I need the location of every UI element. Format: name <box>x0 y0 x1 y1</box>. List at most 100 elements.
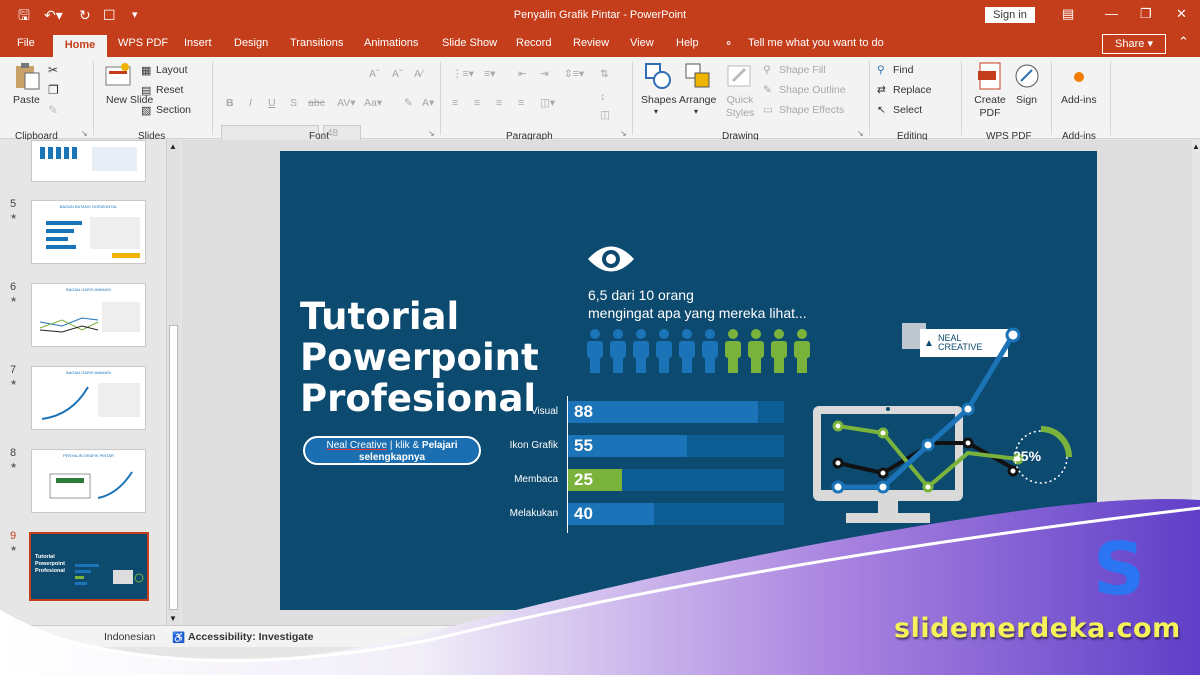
shape-outline-button[interactable]: Shape Outline <box>779 84 846 96</box>
decrease-indent-icon[interactable]: ⇤ <box>518 68 527 80</box>
quick-styles-button[interactable]: Quick Styles <box>725 94 755 120</box>
shapes-button[interactable]: Shapes <box>641 94 677 106</box>
select-button[interactable]: Select <box>893 104 922 116</box>
dialog-launcher-icon[interactable]: ↘ <box>857 129 864 138</box>
sign-in-button[interactable]: Sign in <box>985 7 1035 23</box>
tab-animations[interactable]: Animations <box>364 37 418 49</box>
tab-slide-show[interactable]: Slide Show <box>442 37 497 49</box>
sign-button[interactable]: Sign <box>1016 94 1037 106</box>
tab-file[interactable]: File <box>17 37 35 49</box>
columns-icon[interactable]: ◫▾ <box>540 97 555 109</box>
clear-formatting-icon[interactable]: A∕ <box>414 68 423 80</box>
eye-icon <box>588 246 634 272</box>
justify-icon[interactable]: ≡ <box>518 97 524 109</box>
format-painter-icon[interactable]: ✎ <box>48 103 58 117</box>
bold-icon[interactable]: B <box>226 97 234 109</box>
slide-thumbnail-5[interactable]: BAGAN BATANG HORIZONTAL <box>31 200 146 264</box>
find-button[interactable]: Find <box>893 64 913 76</box>
language-indicator[interactable]: Indonesian <box>104 631 155 643</box>
add-ins-button[interactable]: Add-ins <box>1061 94 1097 106</box>
slide-thumbnail-9-selected[interactable]: Tutorial Powerpoint Profesional <box>29 532 149 601</box>
increase-indent-icon[interactable]: ⇥ <box>540 68 549 80</box>
highlight-icon[interactable]: ✎ <box>404 97 413 109</box>
tab-home[interactable]: Home <box>53 35 107 57</box>
tab-record[interactable]: Record <box>516 37 551 49</box>
align-right-icon[interactable]: ≡ <box>496 97 502 109</box>
paste-button[interactable]: Paste <box>13 94 40 106</box>
tab-design[interactable]: Design <box>234 37 268 49</box>
grow-font-icon[interactable]: Aˆ <box>369 68 380 80</box>
dialog-launcher-icon[interactable]: ↘ <box>620 129 627 138</box>
align-text-icon[interactable]: ↕ <box>600 91 605 103</box>
underline-icon[interactable]: U <box>268 97 276 109</box>
create-pdf-button[interactable]: Create PDF <box>974 94 1006 120</box>
close-icon[interactable]: ✕ <box>1176 6 1187 22</box>
shapes-dropdown-icon[interactable]: ▾ <box>654 107 658 116</box>
thumbnails-scrollbar[interactable]: ▲ ▼ <box>166 140 180 625</box>
tab-review[interactable]: Review <box>573 37 609 49</box>
share-button[interactable]: Share ▾ <box>1102 34 1166 54</box>
slide-title[interactable]: Tutorial Powerpoint Profesional <box>300 296 539 419</box>
layout-button[interactable]: Layout <box>156 64 188 76</box>
shape-effects-button[interactable]: Shape Effects <box>779 104 844 116</box>
add-ins-icon[interactable] <box>1065 61 1095 91</box>
shadow-icon[interactable]: S <box>290 97 297 109</box>
shapes-icon[interactable] <box>643 61 673 91</box>
arrange-icon[interactable] <box>683 61 713 91</box>
sign-icon[interactable] <box>1012 61 1042 91</box>
learn-more-pill[interactable]: Neal Creative | klik & Pelajari selengka… <box>303 436 481 465</box>
text-direction-icon[interactable]: ⇅ <box>600 68 609 80</box>
bar-track: 88 <box>568 401 784 423</box>
numbering-icon[interactable]: ≡▾ <box>484 68 495 80</box>
align-center-icon[interactable]: ≡ <box>474 97 480 109</box>
minimize-icon[interactable]: — <box>1105 6 1118 21</box>
change-case-icon[interactable]: Aa▾ <box>364 97 382 109</box>
create-pdf-icon[interactable] <box>975 61 1005 91</box>
neal-creative-link[interactable]: Neal Creative <box>326 440 387 451</box>
reset-button[interactable]: Reset <box>156 84 183 96</box>
font-color-icon[interactable]: A▾ <box>422 97 434 109</box>
tell-me-search[interactable]: Tell me what you want to do <box>748 37 884 49</box>
slide-thumbnail-7[interactable]: BAGAN GARIS ANIMASI <box>31 366 146 430</box>
editor-scroll-up-icon[interactable]: ▲ <box>1192 142 1200 151</box>
tab-insert[interactable]: Insert <box>184 37 212 49</box>
tab-wps-pdf[interactable]: WPS PDF <box>118 37 168 49</box>
shape-fill-button[interactable]: Shape Fill <box>779 64 826 76</box>
arrange-dropdown-icon[interactable]: ▾ <box>694 107 698 116</box>
scroll-up-icon[interactable]: ▲ <box>169 142 177 151</box>
replace-button[interactable]: Replace <box>893 84 932 96</box>
smartart-icon[interactable]: ◫ <box>600 109 610 121</box>
slide-thumbnail-8[interactable]: PENYALIN GRAFIK PINTAR <box>31 449 146 513</box>
shrink-font-icon[interactable]: Aˇ <box>392 68 403 80</box>
tab-help[interactable]: Help <box>676 37 699 49</box>
slide-canvas[interactable]: Tutorial Powerpoint Profesional Neal Cre… <box>280 151 1097 610</box>
line-spacing-icon[interactable]: ⇕≡▾ <box>564 68 584 80</box>
align-left-icon[interactable]: ≡ <box>452 97 458 109</box>
dialog-launcher-icon[interactable]: ↘ <box>81 129 88 138</box>
maximize-icon[interactable]: ❐ <box>1140 6 1152 22</box>
tab-view[interactable]: View <box>630 37 654 49</box>
copy-icon[interactable]: ❐ <box>48 83 59 97</box>
lightbulb-icon: ⚬ <box>724 38 734 50</box>
section-button[interactable]: Section <box>156 104 191 116</box>
slide-number: 7 <box>10 364 17 376</box>
character-spacing-icon[interactable]: AV▾ <box>337 97 356 109</box>
tab-transitions[interactable]: Transitions <box>290 37 343 49</box>
new-slide-icon[interactable] <box>103 61 133 91</box>
scroll-thumb[interactable] <box>169 325 178 610</box>
paste-icon[interactable] <box>12 61 42 91</box>
slide-thumbnail-6[interactable]: BAGAN GARIS ANIMASI <box>31 283 146 347</box>
arrange-button[interactable]: Arrange <box>679 94 716 106</box>
quick-styles-icon[interactable] <box>725 61 755 91</box>
scroll-down-icon[interactable]: ▼ <box>169 614 177 623</box>
italic-icon[interactable]: I <box>249 97 252 109</box>
ribbon-display-icon[interactable]: ▤ <box>1062 6 1074 22</box>
accessibility-status[interactable]: Accessibility: Investigate <box>188 631 313 643</box>
cut-icon[interactable]: ✂ <box>48 63 58 77</box>
bullets-icon[interactable]: ⋮≡▾ <box>452 68 474 80</box>
collapse-ribbon-icon[interactable]: ⌃ <box>1178 34 1189 50</box>
strikethrough-icon[interactable]: abc <box>308 97 325 109</box>
slide-thumbnail-4[interactable] <box>31 140 146 182</box>
dialog-launcher-icon[interactable]: ↘ <box>428 129 435 138</box>
animation-star-icon: ★ <box>10 212 18 221</box>
